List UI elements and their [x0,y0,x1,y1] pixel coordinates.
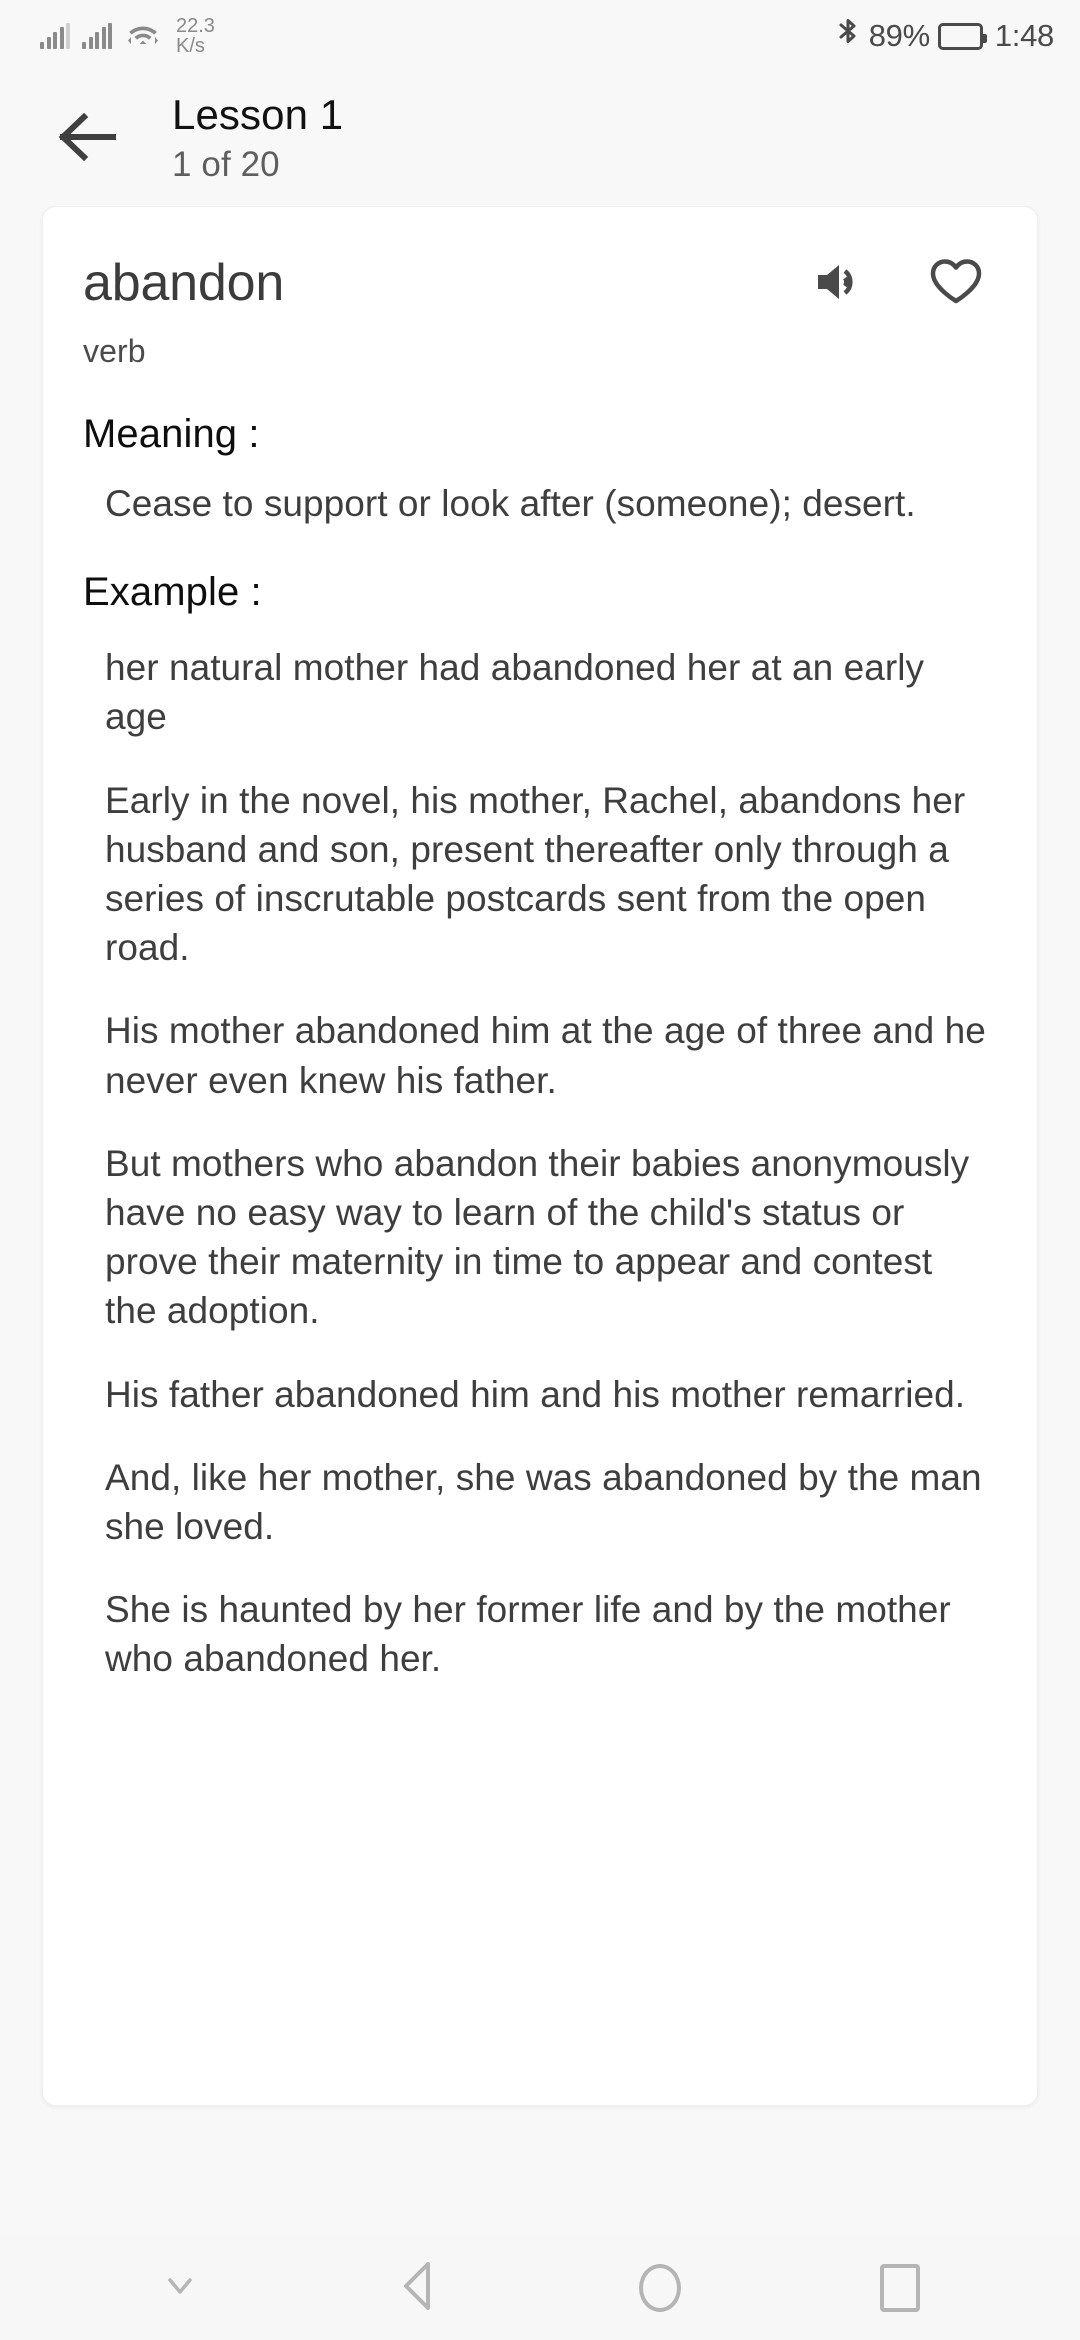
chevron-down-icon [158,2271,202,2306]
meaning-text: Cease to support or look after (someone)… [105,483,916,524]
list-item: But mothers who abandon their babies ano… [105,1142,970,1332]
page-title: Lesson 1 [172,91,344,139]
hide-keyboard-button[interactable] [125,2236,235,2340]
list-item: She is haunted by her former life and by… [105,1589,951,1680]
signal-bars-icon-sim1 [40,23,70,49]
list-item: her natural mother had abandoned her at … [105,647,925,738]
phone-screen: 22.3 K/s 89% 1:48 Lesson 1 1 of 20 aband… [0,0,1080,2340]
volume-up-icon [814,257,870,312]
signal-bars-icon-sim2 [82,23,112,49]
network-speed-unit: K/s [176,35,205,57]
speak-button[interactable] [811,253,873,315]
word-title: abandon [83,254,285,313]
list-item: And, like her mother, she was abandoned … [105,1456,982,1548]
battery-percent-label: 89% [868,18,930,53]
back-triangle-icon [394,2258,446,2319]
system-back-button[interactable] [365,2236,475,2340]
meaning-heading: Meaning : [83,412,260,456]
wifi-icon [126,20,160,53]
status-bar: 22.3 K/s 89% 1:48 [0,0,1080,72]
recents-square-icon [880,2264,920,2312]
system-recents-button[interactable] [845,2236,955,2340]
part-of-speech: verb [83,333,146,369]
example-heading: Example : [83,570,262,615]
status-bar-left: 22.3 K/s [40,14,215,57]
network-speed-indicator: 22.3 K/s [176,14,215,57]
battery-icon [937,22,987,50]
heart-outline-icon [928,256,984,313]
arrow-left-icon [58,111,118,168]
network-speed-value: 22.3 [176,14,215,37]
back-button[interactable] [40,91,136,187]
system-navigation-bar [0,2236,1080,2340]
home-circle-icon [639,2264,681,2312]
status-bar-clock: 1:48 [994,18,1054,53]
favorite-button[interactable] [925,253,987,315]
header-title-group: Lesson 1 1 of 20 [172,90,343,187]
app-header: Lesson 1 1 of 20 [0,72,1080,206]
word-header-row: abandon [83,253,997,315]
list-item: His mother abandoned him at the age of t… [105,1010,986,1101]
example-list: her natural mother had abandoned her at … [83,643,997,1683]
list-item: Early in the novel, his mother, Rachel, … [105,779,966,969]
system-home-button[interactable] [605,2236,715,2340]
word-actions [811,253,997,315]
bluetooth-icon [835,16,861,57]
word-card: abandon verb Meaning: Cease to support … [42,206,1038,2106]
page-subtitle: 1 of 20 [172,145,280,185]
list-item: His father abandoned him and his mother … [105,1373,966,1415]
status-bar-right: 89% 1:48 [835,16,1054,57]
content-area: abandon verb Meaning: Cease to support … [0,206,1080,2236]
